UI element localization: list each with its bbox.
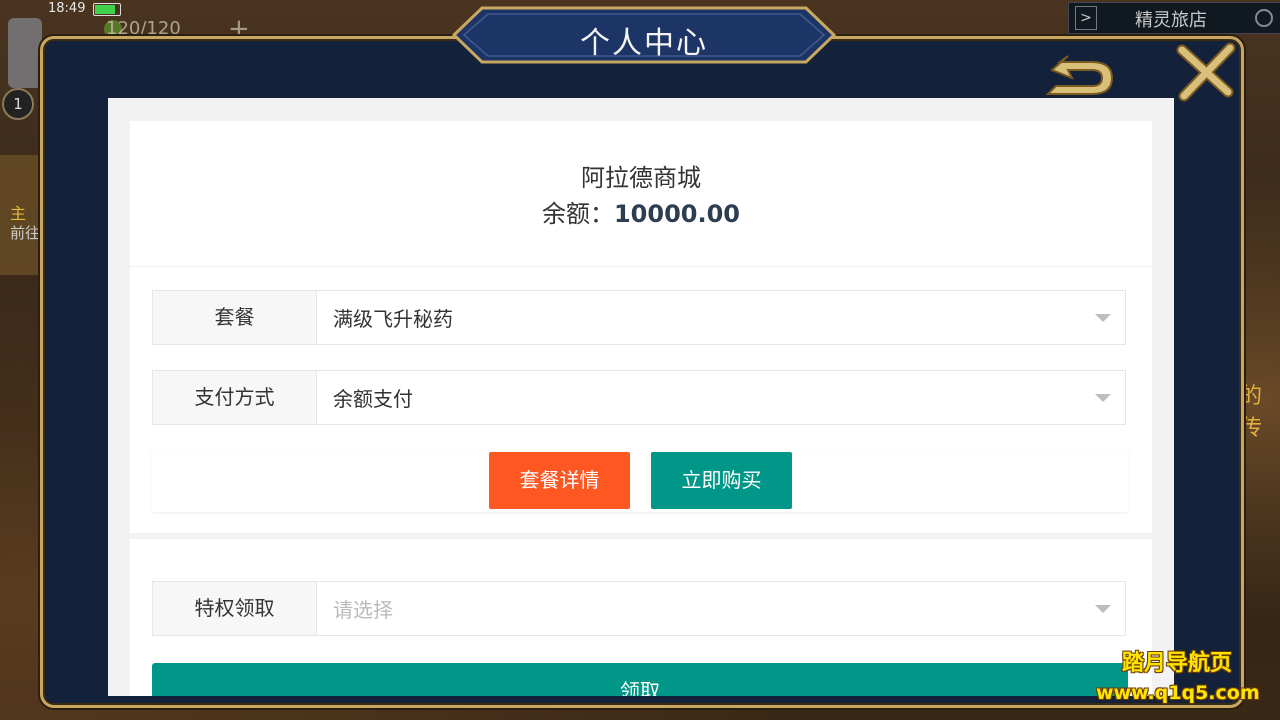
package-details-button[interactable]: 套餐详情 bbox=[489, 452, 630, 509]
search-icon[interactable] bbox=[1255, 9, 1273, 27]
quest-title: 主 bbox=[10, 204, 27, 223]
package-label: 套餐 bbox=[153, 291, 317, 344]
package-value[interactable]: 满级飞升秘药 bbox=[333, 291, 453, 344]
back-button[interactable] bbox=[1042, 50, 1122, 100]
shop-card: 阿拉德商城 余额：10000.00 套餐 满级飞升秘药 支付方式 余额支付 套餐… bbox=[130, 121, 1152, 696]
balance-label: 余额： bbox=[541, 200, 614, 228]
modal-content: 阿拉德商城 余额：10000.00 套餐 满级飞升秘药 支付方式 余额支付 套餐… bbox=[108, 98, 1174, 696]
buy-now-button[interactable]: 立即购买 bbox=[651, 452, 792, 509]
chevron-down-icon[interactable] bbox=[1095, 394, 1111, 402]
watermark-url: www.q1q5.com bbox=[1096, 682, 1260, 704]
status-time: 18:49 bbox=[48, 1, 86, 16]
privilege-placeholder[interactable]: 请选择 bbox=[333, 582, 393, 635]
claim-button[interactable]: 领取 bbox=[152, 663, 1128, 696]
quest-subtitle: 前往 bbox=[10, 224, 41, 242]
inn-label: 精灵旅店 bbox=[1135, 10, 1207, 31]
back-arrow-icon[interactable] bbox=[1042, 50, 1122, 100]
shop-name: 阿拉德商城 bbox=[581, 164, 701, 192]
balance-value: 10000.00 bbox=[613, 200, 740, 228]
expand-arrow-icon[interactable]: > bbox=[1075, 6, 1097, 30]
inn-button[interactable]: > 精灵旅店 bbox=[1068, 2, 1280, 34]
close-icon[interactable] bbox=[1176, 42, 1236, 102]
package-select[interactable]: 套餐 满级飞升秘药 bbox=[152, 290, 1126, 345]
battery-icon bbox=[93, 3, 121, 16]
close-button[interactable] bbox=[1176, 42, 1236, 102]
payment-method-value[interactable]: 余额支付 bbox=[333, 371, 413, 424]
payment-method-label: 支付方式 bbox=[153, 371, 317, 424]
payment-method-select[interactable]: 支付方式 余额支付 bbox=[152, 370, 1126, 425]
modal-title: 个人中心 bbox=[580, 26, 708, 61]
chevron-down-icon[interactable] bbox=[1095, 314, 1111, 322]
divider bbox=[130, 266, 1152, 267]
section-divider bbox=[130, 533, 1152, 539]
background-text: 的传 bbox=[1240, 384, 1263, 441]
player-avatar[interactable] bbox=[8, 18, 42, 88]
watermark-title: 踏月导航页 bbox=[1122, 651, 1233, 676]
level-badge: 1 bbox=[2, 88, 34, 120]
privilege-label: 特权领取 bbox=[153, 582, 317, 635]
action-buttons: 套餐详情 立即购买 bbox=[152, 452, 1128, 512]
modal-title-banner: 个人中心 bbox=[452, 6, 836, 64]
balance-display: 余额：10000.00 bbox=[130, 194, 1152, 229]
chevron-down-icon[interactable] bbox=[1095, 605, 1111, 613]
privilege-select[interactable]: 特权领取 请选择 bbox=[152, 581, 1126, 636]
